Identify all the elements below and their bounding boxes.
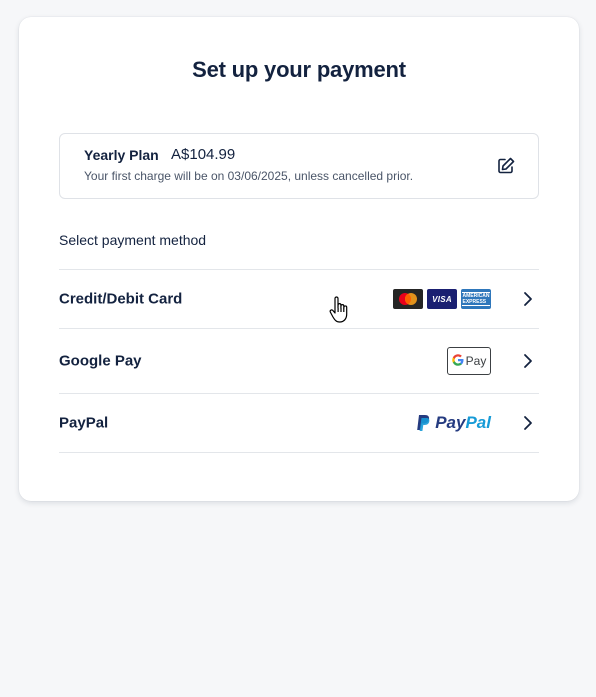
gpay-logos: Pay [447,347,491,375]
paypal-text-pal: Pal [465,413,491,432]
paypal-text-pay: Pay [435,413,466,432]
edit-plan-button[interactable] [496,156,516,176]
method-label: Credit/Debit Card [59,290,183,308]
edit-icon [498,157,515,174]
payment-card: Set up your payment Yearly Plan A$104.99… [19,17,579,501]
plan-summary: Yearly Plan A$104.99 Your first charge w… [59,133,539,199]
chevron-right-icon [524,354,532,368]
payment-method-list: Credit/Debit Card VISA AMERICANEXPRESS [59,269,539,453]
chevron-right-icon [524,292,532,306]
visa-logo: VISA [427,289,457,309]
card-logos: VISA AMERICAN EXPRESS [393,289,491,309]
method-paypal[interactable]: PayPal PayPal [59,394,539,453]
plan-name: Yearly Plan [84,147,159,163]
gpay-text: Pay [465,354,487,368]
payment-method-heading: Select payment method [59,232,207,248]
chevron-right-icon [524,416,532,430]
method-credit-debit-card[interactable]: Credit/Debit Card VISA AMERICAN EXPRESS [59,270,539,329]
page-title: Set up your payment [192,57,406,82]
plan-price: A$104.99 [171,146,236,163]
method-google-pay[interactable]: Google Pay Pay [59,329,539,394]
paypal-logo: PayPal [415,413,491,433]
amex-text: AMERICAN EXPRESS [461,292,491,306]
google-pay-logo: Pay [447,347,491,375]
mastercard-logo [393,289,423,309]
paypal-p-icon [417,415,430,431]
paypal-logos: PayPal [415,413,491,433]
amex-logo: AMERICAN EXPRESS [461,289,491,309]
method-label: Google Pay [59,352,142,370]
method-label: PayPal [59,414,109,432]
google-g-icon [451,353,464,369]
plan-note: Your first charge will be on 03/06/2025,… [84,169,414,183]
